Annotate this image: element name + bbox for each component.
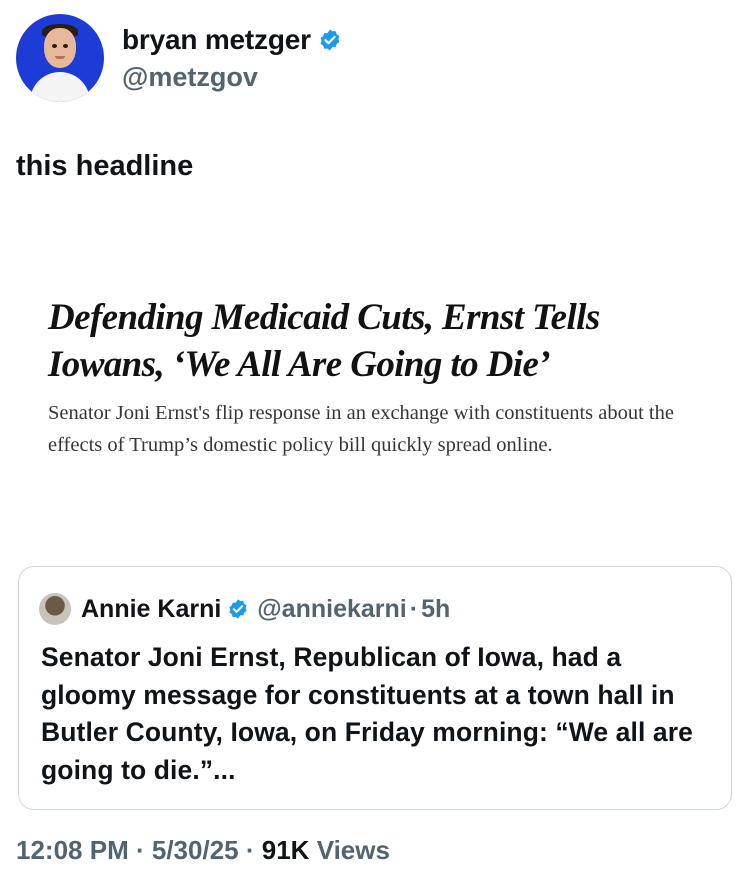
views-count[interactable]: 91K [262, 835, 310, 865]
quoted-tweet-time[interactable]: 5h [421, 595, 450, 624]
tweet-text: this headline [16, 150, 194, 182]
views-label: Views [316, 835, 390, 865]
tweet-header: bryan metzger @metzgov [16, 14, 342, 102]
author-avatar[interactable] [16, 14, 104, 102]
quoted-author-handle[interactable]: @anniekarni [257, 595, 406, 624]
quoted-author-avatar[interactable] [39, 593, 71, 625]
article-screenshot: Defending Medicaid Cuts, Ernst Tells Iow… [48, 295, 708, 462]
article-headline: Defending Medicaid Cuts, Ernst Tells Iow… [48, 297, 600, 385]
verified-badge-icon [227, 598, 249, 620]
tweet-date[interactable]: 5/30/25 [152, 835, 239, 865]
tweet-meta: 12:08 PM · 5/30/25 · 91K Views [16, 835, 390, 866]
quoted-author-display-name[interactable]: Annie Karni [81, 595, 221, 624]
author-handle[interactable]: @metzgov [122, 62, 342, 93]
quoted-tweet-card[interactable]: Annie Karni @anniekarni · 5h Senator Jon… [18, 566, 732, 810]
quoted-tweet-header: Annie Karni @anniekarni · 5h [39, 593, 450, 625]
verified-badge-icon [318, 28, 342, 52]
quoted-tweet-text: Senator Joni Ernst, Republican of Iowa, … [41, 642, 693, 785]
article-summary: Senator Joni Ernst's flip response in an… [48, 402, 674, 456]
author-display-name[interactable]: bryan metzger [122, 24, 311, 56]
author-names: bryan metzger @metzgov [122, 24, 342, 93]
separator-dot: · [245, 835, 255, 865]
separator-dot: · [135, 835, 145, 865]
tweet-time[interactable]: 12:08 PM [16, 835, 129, 865]
separator-dot: · [409, 594, 419, 623]
